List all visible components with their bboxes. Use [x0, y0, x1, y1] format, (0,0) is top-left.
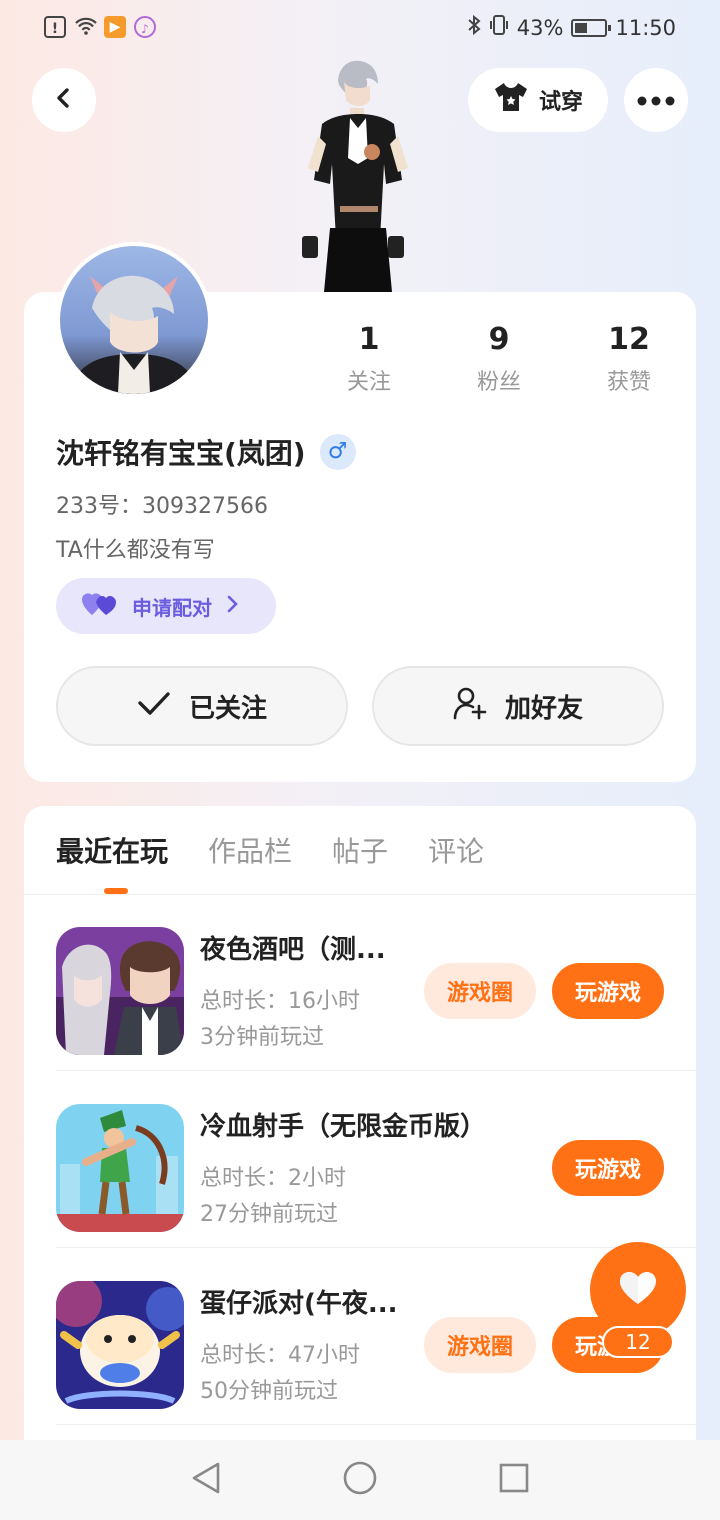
- tab-recently-played[interactable]: 最近在玩: [56, 830, 168, 874]
- username: 沈轩铭有宝宝(岚团): [56, 437, 306, 470]
- add-user-icon: [453, 686, 487, 727]
- username-row: 沈轩铭有宝宝(岚团) ♂: [56, 432, 356, 472]
- game-title: 冷血射手（无限金币版）: [200, 1112, 487, 1142]
- nav-back-icon[interactable]: [190, 1461, 222, 1499]
- chevron-right-icon: [226, 594, 238, 618]
- game-circle-button[interactable]: 游戏圈: [424, 1317, 536, 1373]
- nav-home-icon[interactable]: [342, 1460, 378, 1500]
- alert-icon: !: [44, 16, 66, 38]
- divider: [56, 1247, 696, 1248]
- back-button[interactable]: [32, 68, 96, 132]
- game-icon-archer[interactable]: [56, 1104, 184, 1232]
- try-on-button[interactable]: 试穿: [468, 68, 608, 132]
- game-title: 夜色酒吧（测...: [200, 935, 386, 965]
- stat-fans[interactable]: 9 粉丝: [434, 320, 564, 396]
- stat-likes[interactable]: 12 获赞: [564, 320, 694, 396]
- game-last-played: 50分钟前玩过: [200, 1379, 338, 1404]
- profile-stats: 1 关注 9 粉丝 12 获赞: [304, 320, 694, 396]
- stat-value: 12: [608, 322, 650, 357]
- request-pair-label: 申请配对: [132, 595, 212, 620]
- add-friend-button[interactable]: 加好友: [372, 666, 664, 746]
- game-list-item[interactable]: 夜色酒吧（测... 总时长：16小时 3分钟前玩过 游戏圈 玩游戏: [56, 895, 696, 1071]
- stat-value: 1: [358, 322, 380, 357]
- divider: [56, 1070, 696, 1071]
- game-duration: 总时长：47小时: [200, 1343, 360, 1368]
- stat-label: 获赞: [606, 370, 651, 395]
- system-nav-bar: [0, 1440, 720, 1520]
- nav-recents-icon[interactable]: [498, 1462, 530, 1498]
- followed-button[interactable]: 已关注: [56, 666, 348, 746]
- game-last-played: 3分钟前玩过: [200, 1025, 324, 1050]
- stat-label: 粉丝: [476, 370, 521, 395]
- double-heart-icon: [82, 591, 118, 622]
- avatar[interactable]: [56, 242, 212, 398]
- try-on-label: 试穿: [538, 90, 583, 115]
- tab-posts[interactable]: 帖子: [332, 830, 388, 874]
- vibrate-icon: [489, 14, 509, 41]
- like-count-badge: 12: [602, 1326, 674, 1358]
- add-friend-label: 加好友: [504, 693, 583, 724]
- tshirt-icon: [493, 81, 529, 119]
- play-game-button[interactable]: 玩游戏: [552, 963, 664, 1019]
- game-list-item[interactable]: 冷血射手（无限金币版） 总时长：2小时 27分钟前玩过 玩游戏: [56, 1072, 696, 1248]
- like-button[interactable]: [590, 1242, 686, 1338]
- heart-icon: [618, 1270, 658, 1310]
- games-panel: 最近在玩 作品栏 帖子 评论 夜色酒吧（测... 总时长：16小时 3分钟前玩过…: [24, 806, 696, 1520]
- battery-percent: 43%: [516, 15, 564, 40]
- play-game-button[interactable]: 玩游戏: [552, 1140, 664, 1196]
- music-app-icon: ♪: [134, 16, 156, 38]
- more-button[interactable]: [624, 68, 688, 132]
- tab-comments[interactable]: 评论: [428, 830, 484, 874]
- wifi-icon: [74, 16, 97, 38]
- request-pair-button[interactable]: 申请配对: [56, 578, 276, 634]
- game-duration: 总时长：2小时: [200, 1166, 346, 1191]
- tab-bar: 最近在玩 作品栏 帖子 评论: [56, 830, 484, 874]
- followed-label: 已关注: [188, 693, 267, 724]
- battery-icon: [571, 18, 612, 37]
- avatar-3d-figure[interactable]: [296, 56, 420, 292]
- user-bio: TA什么都没有写: [56, 538, 215, 563]
- game-title: 蛋仔派对(午夜...: [200, 1289, 398, 1319]
- clock: 11:50: [615, 15, 676, 40]
- game-icon-eggy-party[interactable]: [56, 1281, 184, 1409]
- stat-following[interactable]: 1 关注: [304, 320, 434, 396]
- video-app-icon: ▶: [104, 16, 126, 38]
- divider: [56, 1424, 696, 1425]
- stat-value: 9: [488, 322, 510, 357]
- more-dots-icon: [636, 91, 676, 110]
- checkmark-icon: [137, 690, 171, 723]
- chevron-left-icon: [52, 86, 76, 114]
- game-icon-night-bar[interactable]: [56, 927, 184, 1055]
- game-duration: 总时长：16小时: [200, 989, 360, 1014]
- bluetooth-icon: [467, 14, 481, 41]
- male-gender-icon: ♂: [319, 434, 356, 470]
- user-id[interactable]: 233号：309327566: [56, 488, 268, 520]
- tab-works[interactable]: 作品栏: [208, 830, 292, 874]
- game-circle-button[interactable]: 游戏圈: [424, 963, 536, 1019]
- status-bar: ! ▶ ♪ 43% 11:50: [0, 0, 720, 56]
- stat-label: 关注: [346, 370, 391, 395]
- game-last-played: 27分钟前玩过: [200, 1202, 338, 1227]
